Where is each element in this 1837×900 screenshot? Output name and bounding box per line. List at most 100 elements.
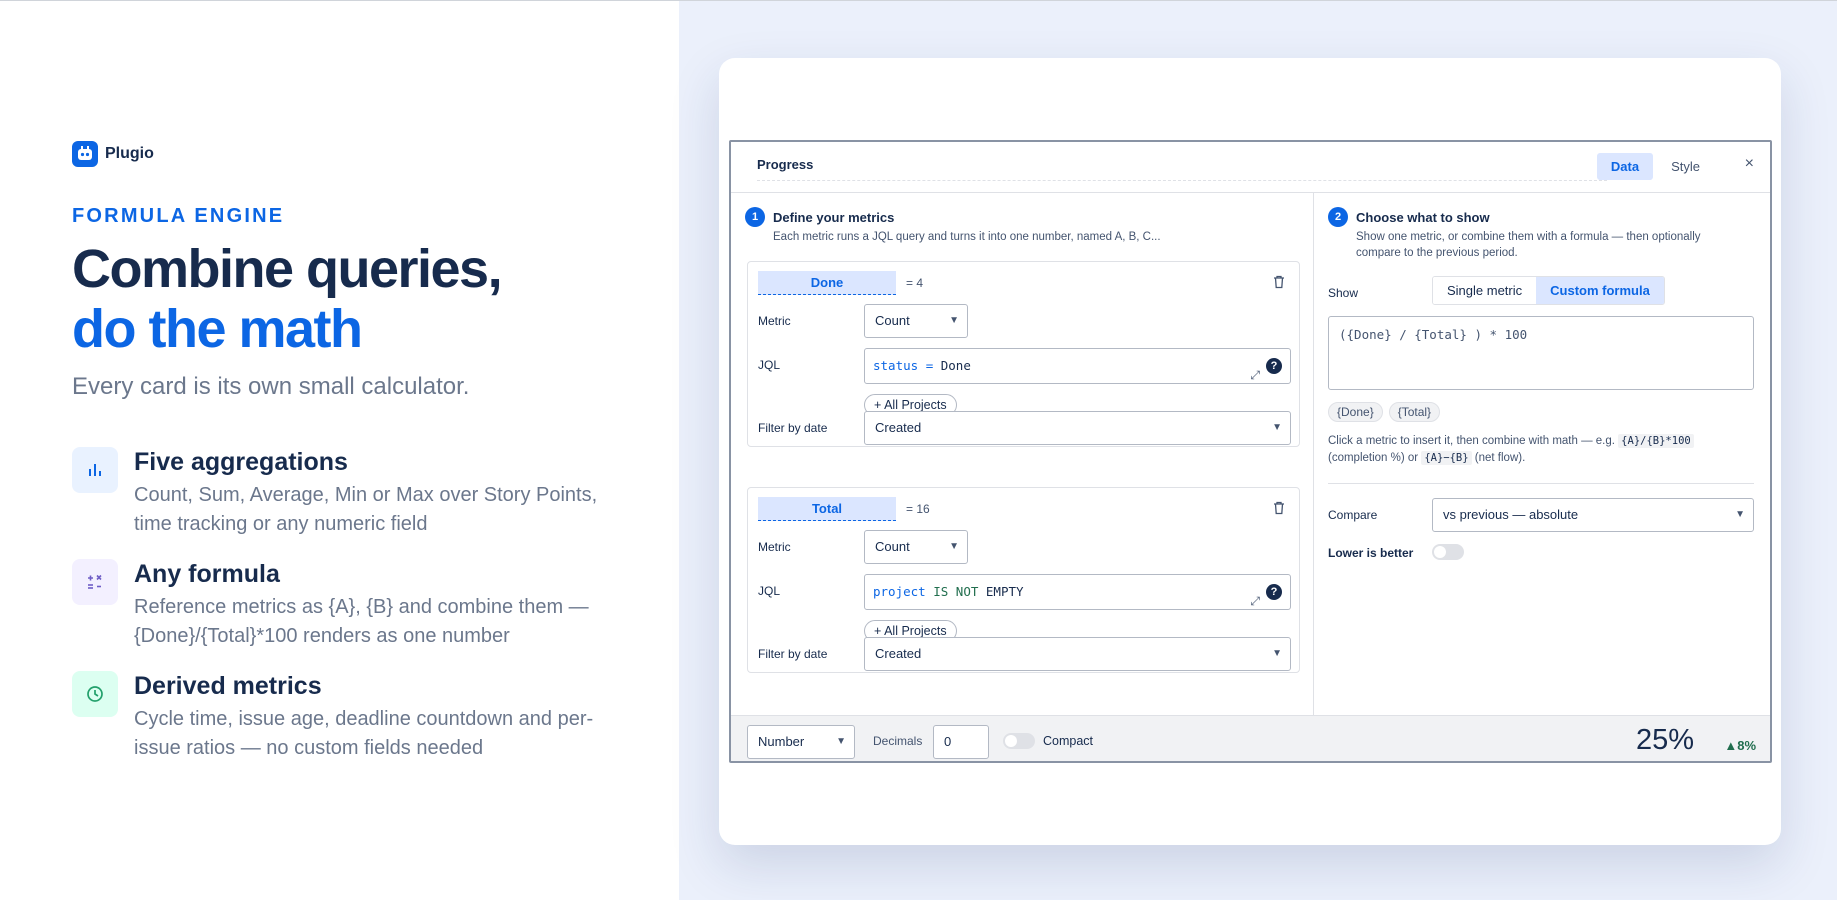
jql-label: JQL: [758, 358, 781, 372]
hint-text: (completion %) or: [1328, 452, 1419, 464]
delta-badge: ▲8%: [1724, 738, 1756, 753]
column-divider: [1313, 192, 1314, 715]
tab-data[interactable]: Data: [1596, 153, 1654, 180]
lower-better-toggle[interactable]: [1432, 544, 1464, 565]
help-icon[interactable]: ?: [1266, 584, 1282, 600]
headline-line-2: do the math: [72, 299, 363, 359]
metric-chips: {Done} {Total}: [1328, 402, 1446, 422]
plugio-logo-icon: [72, 141, 98, 167]
compact-toggle[interactable]: Compact: [1003, 733, 1093, 749]
decimals-input[interactable]: 0: [933, 725, 989, 759]
metric-value: = 4: [906, 276, 924, 290]
metric-name[interactable]: Done: [758, 271, 896, 295]
hint-code: {A}−{B}: [1421, 451, 1472, 465]
title-underline: [757, 180, 1607, 181]
jql-input[interactable]: status = Done ⤢?: [864, 348, 1291, 384]
chevron-down-icon: ▼: [1735, 509, 1745, 520]
date-filter-select[interactable]: Created ▼: [864, 411, 1291, 445]
bar-chart-icon: [72, 447, 118, 493]
metric-label: Metric: [758, 540, 791, 554]
clock-icon: [72, 671, 118, 717]
filter-date-label: Filter by date: [758, 647, 828, 661]
metric-select-value: Count: [875, 313, 910, 328]
chevron-down-icon: ▼: [1272, 422, 1282, 433]
jql-keyword: project: [873, 584, 926, 599]
step-title: Define your metrics: [773, 210, 895, 225]
tab-style[interactable]: Style: [1657, 153, 1714, 180]
hero-tagline: Every card is its own small calculator.: [72, 373, 470, 400]
headline-line-1: Combine queries,: [72, 239, 503, 299]
math-operators-icon: [72, 559, 118, 605]
jql-operator: IS NOT: [933, 584, 979, 599]
compact-label: Compact: [1043, 734, 1094, 748]
step-2-header: 2 Choose what to show Show one metric, o…: [1328, 207, 1701, 261]
metric-value: = 16: [906, 502, 930, 516]
brand-logo[interactable]: Plugio: [72, 141, 154, 167]
chevron-down-icon: ▼: [1272, 648, 1282, 659]
hint-code: {A}/{B}*100: [1618, 434, 1694, 448]
metric-label: Metric: [758, 314, 791, 328]
jql-label: JQL: [758, 584, 781, 598]
lower-better-label: Lower is better: [1328, 546, 1414, 560]
step-subtitle: Each metric runs a JQL query and turns i…: [773, 231, 1161, 243]
compare-value: vs previous — absolute: [1443, 507, 1579, 522]
custom-formula-option[interactable]: Custom formula: [1536, 277, 1664, 304]
step-subtitle-line: Show one metric, or combine them with a …: [1356, 231, 1701, 243]
toggle-switch[interactable]: [1432, 544, 1464, 560]
trash-icon[interactable]: [1271, 274, 1287, 290]
feature-formula: Any formula Reference metrics as {A}, {B…: [72, 559, 612, 651]
feature-title: Derived metrics: [134, 672, 322, 700]
step-number: 1: [745, 207, 765, 227]
jql-input[interactable]: project IS NOT EMPTY ⤢?: [864, 574, 1291, 610]
help-icon[interactable]: ?: [1266, 358, 1282, 374]
preview-card: Progress Data Style × 1 Define your metr…: [719, 58, 1781, 845]
close-icon[interactable]: ×: [1745, 155, 1754, 173]
feature-description: Reference metrics as {A}, {B} and combin…: [134, 596, 589, 647]
date-filter-value: Created: [875, 646, 922, 661]
header-divider: [731, 192, 1770, 193]
format-value: Number: [758, 734, 805, 749]
expand-icon[interactable]: ⤢: [1250, 584, 1260, 618]
metric-select-value: Count: [875, 539, 910, 554]
chip-total[interactable]: {Total}: [1388, 402, 1441, 422]
result-value: 25%: [1635, 724, 1694, 756]
metric-select[interactable]: Count ▼: [864, 530, 968, 564]
panel-title[interactable]: Progress: [757, 157, 813, 172]
chevron-down-icon: ▼: [836, 736, 846, 747]
marketing-column: Plugio FORMULA ENGINE Combine queries, d…: [0, 1, 679, 900]
gadget-editor-panel: Progress Data Style × 1 Define your metr…: [729, 140, 1772, 763]
chevron-down-icon: ▼: [949, 315, 959, 326]
jql-value: EMPTY: [985, 584, 1024, 599]
formula-input[interactable]: ({Done} / {Total} ) * 100: [1328, 316, 1754, 390]
feature-title: Any formula: [134, 560, 280, 588]
jql-operator: =: [925, 358, 934, 373]
show-label: Show: [1328, 286, 1359, 300]
jql-keyword: status: [873, 358, 919, 373]
hero-headline: Combine queries, do the math: [72, 239, 503, 359]
feature-title: Five aggregations: [134, 448, 348, 476]
filter-date-label: Filter by date: [758, 421, 828, 435]
metric-select[interactable]: Count ▼: [864, 304, 968, 338]
step-title: Choose what to show: [1356, 210, 1490, 225]
jql-value: Done: [940, 358, 971, 373]
show-toggle: Single metric Custom formula: [1432, 276, 1665, 305]
formula-hint: Click a metric to insert it, then combin…: [1328, 433, 1748, 467]
trash-icon[interactable]: [1271, 500, 1287, 516]
format-select[interactable]: Number ▼: [747, 725, 855, 759]
decimals-label: Decimals: [873, 734, 923, 748]
single-metric-option[interactable]: Single metric: [1433, 277, 1537, 304]
feature-description: Count, Sum, Average, Min or Max over Sto…: [134, 484, 598, 535]
toggle-switch[interactable]: [1003, 733, 1035, 749]
chip-done[interactable]: {Done}: [1328, 402, 1383, 422]
chevron-down-icon: ▼: [949, 541, 959, 552]
date-filter-value: Created: [875, 420, 922, 435]
step-1-header: 1 Define your metrics Each metric runs a…: [745, 207, 1161, 245]
metric-name[interactable]: Total: [758, 497, 896, 521]
expand-icon[interactable]: ⤢: [1250, 358, 1260, 392]
section-divider: [1328, 483, 1754, 484]
step-subtitle-line: compare to the previous period.: [1356, 247, 1518, 259]
date-filter-select[interactable]: Created ▼: [864, 637, 1291, 671]
hint-text: Click a metric to insert it, then combin…: [1328, 435, 1615, 447]
compare-select[interactable]: vs previous — absolute ▼: [1432, 498, 1754, 532]
compare-label: Compare: [1328, 508, 1378, 522]
